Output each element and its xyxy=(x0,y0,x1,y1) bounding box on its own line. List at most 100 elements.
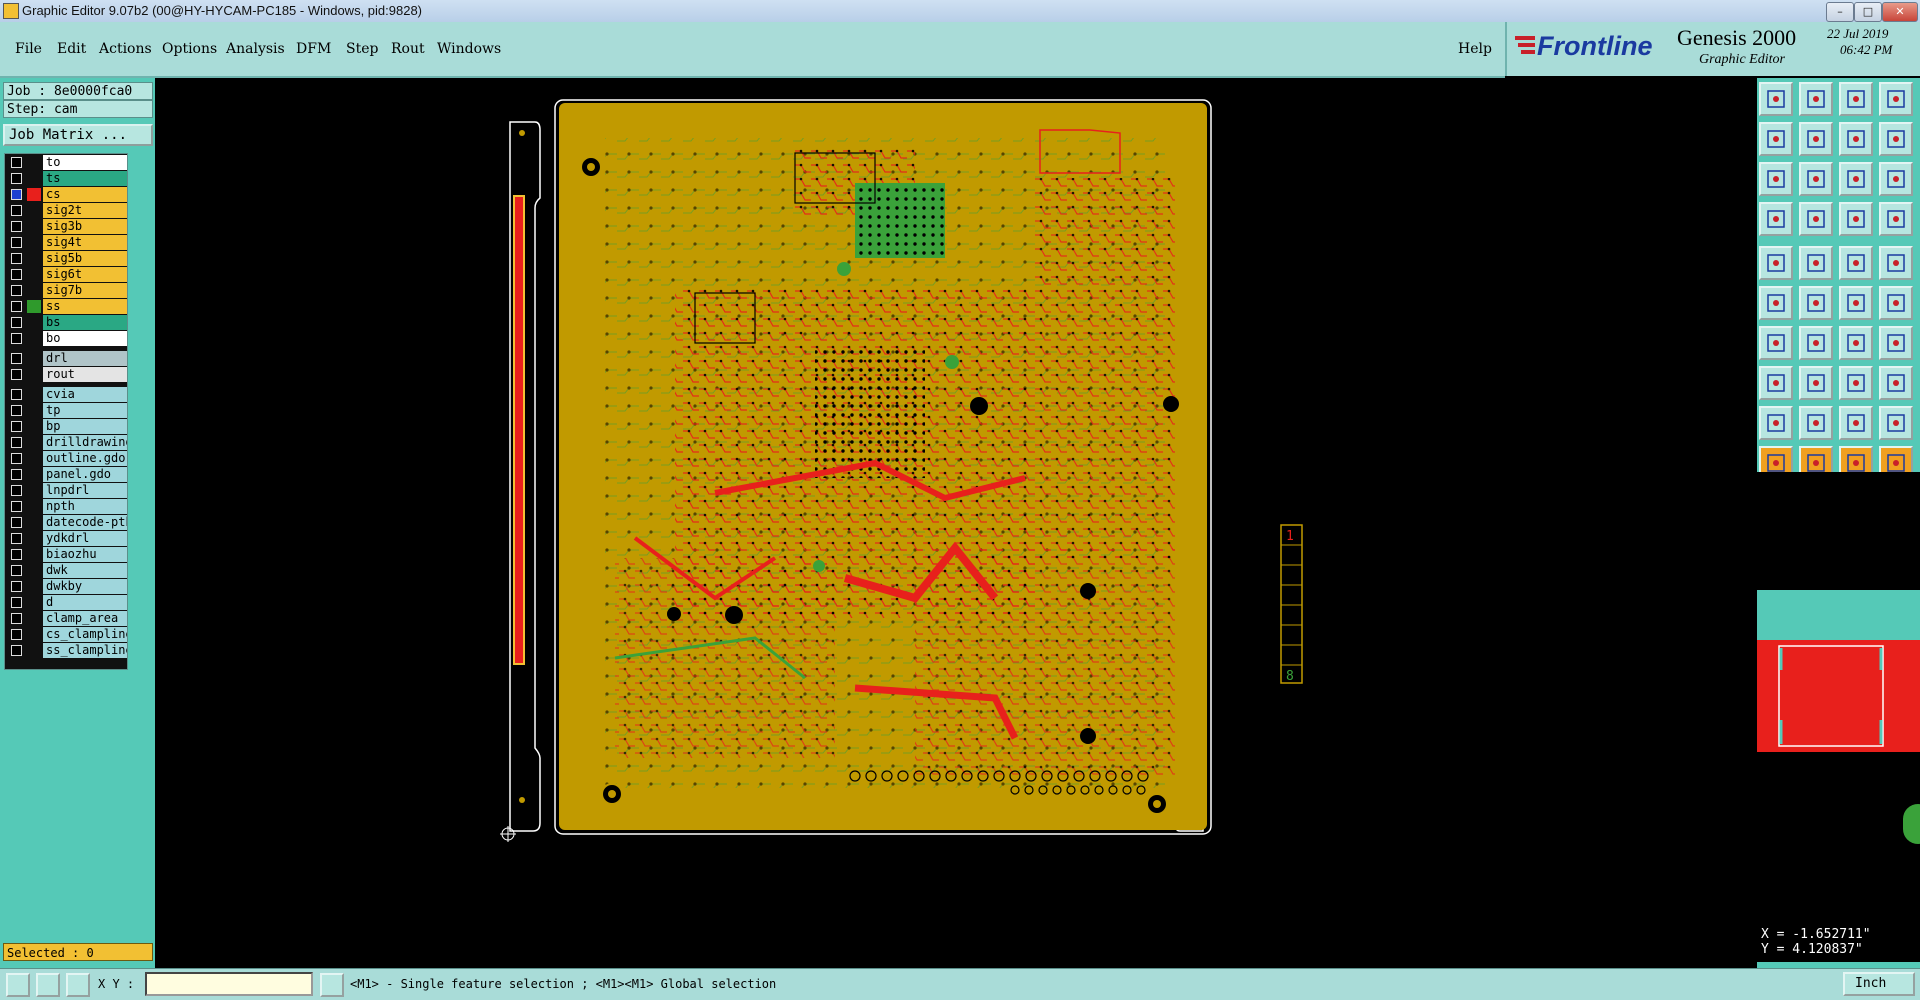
query-icon[interactable] xyxy=(1879,162,1913,196)
scroll-indicator-icon[interactable] xyxy=(1903,804,1920,844)
layer-checkbox[interactable] xyxy=(11,189,22,200)
layer-name[interactable]: sig4t xyxy=(43,235,127,250)
layer-stack-icon[interactable] xyxy=(1839,202,1873,236)
ruler-icon[interactable] xyxy=(1839,246,1873,280)
layer-row[interactable]: biaozhu xyxy=(5,547,127,562)
layer-checkbox[interactable] xyxy=(11,565,22,576)
layer-checkbox[interactable] xyxy=(11,221,22,232)
cross-icon[interactable] xyxy=(1799,286,1833,320)
measure-icon[interactable] xyxy=(1759,202,1793,236)
pad-icon[interactable] xyxy=(1879,246,1913,280)
layer-checkbox[interactable] xyxy=(11,205,22,216)
arc-icon[interactable] xyxy=(1839,326,1873,360)
layer-checkbox[interactable] xyxy=(11,269,22,280)
layer-row[interactable]: sig4t xyxy=(5,235,127,250)
layer-row[interactable]: tp xyxy=(5,403,127,418)
line-icon[interactable] xyxy=(1759,326,1793,360)
snap-icon[interactable] xyxy=(1879,122,1913,156)
menu-help[interactable]: Help xyxy=(1458,41,1492,57)
layer-name[interactable]: dwkby xyxy=(43,579,127,594)
layer-row[interactable]: drilldrawing xyxy=(5,435,127,450)
home-icon[interactable] xyxy=(1839,82,1873,116)
layer-name[interactable]: sig3b xyxy=(43,219,127,234)
measure-tool-icon[interactable] xyxy=(36,973,60,997)
move-icon[interactable] xyxy=(1839,286,1873,320)
layer-row[interactable]: ss xyxy=(5,299,127,314)
triangle-alt-icon[interactable] xyxy=(1799,406,1833,440)
layer-checkbox[interactable] xyxy=(11,533,22,544)
layer-row[interactable]: sig3b xyxy=(5,219,127,234)
add-pad-icon[interactable] xyxy=(1759,246,1793,280)
grid-icon[interactable] xyxy=(1799,202,1833,236)
layer-name[interactable]: sig5b xyxy=(43,251,127,266)
layer-color-swatch[interactable] xyxy=(27,300,41,313)
layer-name[interactable]: drilldrawing xyxy=(43,435,127,450)
layer-name[interactable]: outline.gdo xyxy=(43,451,127,466)
layer-row[interactable]: dwkby xyxy=(5,579,127,594)
layer-row[interactable]: sig5b xyxy=(5,251,127,266)
layer-name[interactable]: clamp_area xyxy=(43,611,127,626)
layer-name[interactable]: sig6t xyxy=(43,267,127,282)
layer-name[interactable]: cs xyxy=(43,187,127,202)
triangle-edit-icon[interactable] xyxy=(1839,406,1873,440)
layer-checkbox[interactable] xyxy=(11,549,22,560)
layer-row[interactable]: clamp_area xyxy=(5,611,127,626)
layer-name[interactable]: datecode-pth xyxy=(43,515,127,530)
graphics-canvas[interactable]: 1 8 xyxy=(155,78,1757,968)
polygon-icon[interactable] xyxy=(1879,326,1913,360)
layer-name[interactable]: to xyxy=(43,155,127,170)
layer-checkbox[interactable] xyxy=(11,369,22,380)
layer-row[interactable]: lnpdrl xyxy=(5,483,127,498)
layer-checkbox[interactable] xyxy=(11,501,22,512)
zoom-home-icon[interactable] xyxy=(1759,82,1793,116)
layer-color-swatch[interactable] xyxy=(27,188,41,201)
layer-checkbox[interactable] xyxy=(11,301,22,312)
zoom-window-icon[interactable] xyxy=(6,973,30,997)
overview-map[interactable] xyxy=(1757,640,1920,752)
layer-row[interactable]: bp xyxy=(5,419,127,434)
group-icon[interactable] xyxy=(1879,366,1913,400)
layer-checkbox[interactable] xyxy=(11,581,22,592)
layer-row[interactable]: cvia xyxy=(5,387,127,402)
layer-checkbox[interactable] xyxy=(11,157,22,168)
layer-row[interactable]: drl xyxy=(5,351,127,366)
layer-name[interactable]: ss_clampline xyxy=(43,643,127,658)
layer-checkbox[interactable] xyxy=(11,421,22,432)
layer-name[interactable]: biaozhu xyxy=(43,547,127,562)
layer-row[interactable]: npth xyxy=(5,499,127,514)
move-alt-icon[interactable] xyxy=(1879,286,1913,320)
layer-name[interactable]: rout xyxy=(43,367,127,382)
layer-checkbox[interactable] xyxy=(11,629,22,640)
layer-checkbox[interactable] xyxy=(11,437,22,448)
layer-row[interactable]: sig2t xyxy=(5,203,127,218)
layer-name[interactable]: ts xyxy=(43,171,127,186)
layer-row[interactable]: bs xyxy=(5,315,127,330)
layer-checkbox[interactable] xyxy=(11,173,22,184)
pan-right-icon[interactable] xyxy=(1799,122,1833,156)
layer-checkbox[interactable] xyxy=(11,517,22,528)
layer-name[interactable]: bp xyxy=(43,419,127,434)
close-button[interactable]: ✕ xyxy=(1882,2,1918,22)
layer-stack-alt-icon[interactable] xyxy=(1879,202,1913,236)
line-alt-icon[interactable] xyxy=(1799,326,1833,360)
menu-step[interactable]: Step xyxy=(346,41,378,57)
layer-row[interactable]: rout xyxy=(5,367,127,382)
layer-checkbox[interactable] xyxy=(11,237,22,248)
layer-row[interactable]: outline.gdo xyxy=(5,451,127,466)
layer-name[interactable]: panel.gdo xyxy=(43,467,127,482)
layer-checkbox[interactable] xyxy=(11,645,22,656)
layer-name[interactable]: cvia xyxy=(43,387,127,402)
resize-icon[interactable] xyxy=(1839,366,1873,400)
ratio-icon[interactable] xyxy=(1839,162,1873,196)
menu-windows[interactable]: Windows xyxy=(437,41,501,57)
units-selector[interactable]: Inch xyxy=(1843,972,1915,996)
layer-name[interactable]: ydkdrl xyxy=(43,531,127,546)
minus-icon[interactable] xyxy=(1799,366,1833,400)
job-matrix-button[interactable]: Job Matrix ... xyxy=(3,124,153,146)
layer-row[interactable]: ts xyxy=(5,171,127,186)
layer-name[interactable]: bs xyxy=(43,315,127,330)
layer-name[interactable]: lnpdrl xyxy=(43,483,127,498)
menu-actions[interactable]: Actions xyxy=(99,41,152,57)
zoom-page-icon[interactable] xyxy=(1799,82,1833,116)
layer-checkbox[interactable] xyxy=(11,353,22,364)
